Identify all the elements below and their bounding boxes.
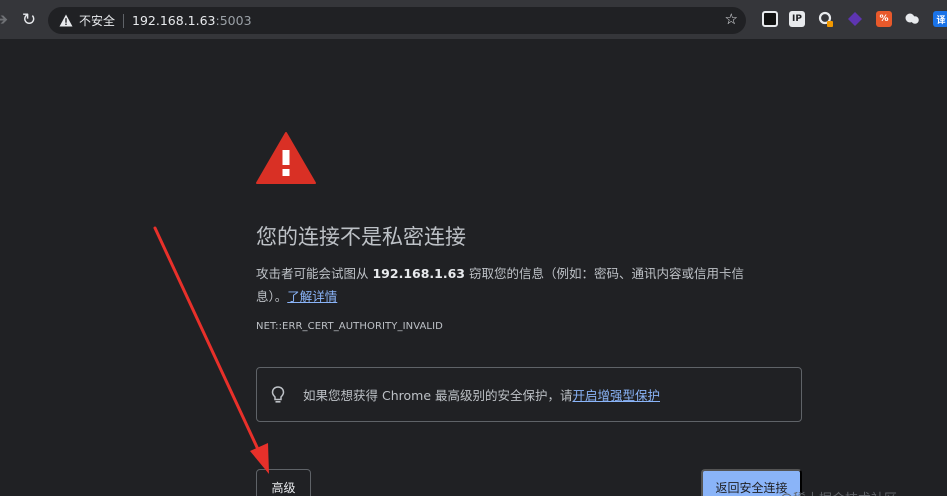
annotation-arrow-icon [153, 226, 269, 474]
